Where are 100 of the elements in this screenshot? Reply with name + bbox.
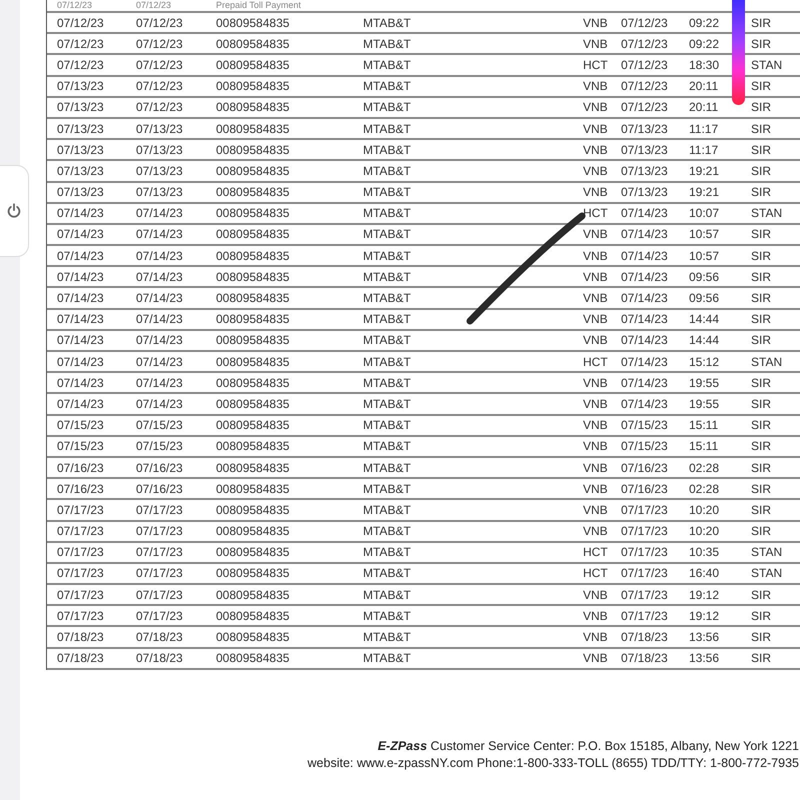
table-cell: 07/15/23: [621, 439, 668, 454]
table-cell: 00809584835: [216, 502, 290, 517]
table-cell: 07/12/23: [136, 100, 183, 114]
table-cell: SIR: [751, 588, 772, 602]
table-cell: 07/14/23: [621, 270, 668, 284]
table-cell: 07/16/23: [57, 460, 104, 475]
table-cell: 00809584835: [216, 206, 290, 220]
table-cell: 07/14/23: [621, 291, 668, 306]
table-cell: SIR: [751, 122, 772, 136]
table-cell: 07/13/23: [136, 164, 183, 178]
table-cell: MTAB&T: [363, 376, 411, 390]
table-cell: 07/14/23: [136, 312, 183, 326]
table-cell: 07/17/23: [57, 524, 104, 538]
table-cell: STAN: [751, 354, 782, 369]
table-cell: VNB: [583, 333, 608, 348]
table-cell: MTAB&T: [363, 396, 411, 411]
table-cell: MTAB&T: [363, 482, 411, 496]
table-cell: 07/13/23: [57, 100, 104, 114]
table-cell: MTAB&T: [363, 164, 411, 178]
power-button[interactable]: [0, 165, 29, 257]
table-cell: 07/17/23: [57, 566, 104, 580]
table-cell: 07/17/23: [57, 608, 104, 623]
table-cell: SIR: [751, 630, 772, 644]
table-cell: VNB: [583, 608, 608, 623]
table-cell: 09:56: [689, 270, 720, 284]
table-cell: 07/17/23: [136, 502, 183, 517]
table-cell: MTAB&T: [363, 16, 411, 30]
table-cell: 07/18/23: [621, 651, 668, 666]
table-cell: 09:56: [689, 291, 720, 306]
table-cell: MTAB&T: [363, 185, 411, 200]
table-cell: MTAB&T: [363, 36, 411, 51]
table-cell: VNB: [583, 122, 608, 136]
table-cell: 07/14/23: [136, 396, 183, 411]
table-cell: 07/14/23: [57, 291, 104, 306]
table-cell: VNB: [583, 185, 608, 200]
table-cell: 00809584835: [216, 396, 290, 411]
table-cell: HCT: [583, 354, 608, 369]
table-cell: 07/14/23: [621, 248, 668, 263]
table-cell: 07/14/23: [621, 206, 668, 220]
table-cell: 09:22: [689, 16, 720, 30]
table-cell: SIR: [751, 333, 772, 348]
footer-text: E-ZPass Customer Service Center: P.O. Box 15185, Albany, New York 1221: [378, 738, 799, 755]
table-cell: 10:20: [689, 502, 720, 517]
table-cell: 00809584835: [216, 248, 290, 263]
table-cell: SIR: [751, 376, 772, 390]
table-cell: 07/12/23: [621, 58, 668, 72]
table-cell: SIR: [751, 312, 772, 326]
table-cell: VNB: [583, 16, 608, 30]
table-cell: STAN: [751, 545, 782, 560]
table-cell: SIR: [751, 608, 772, 623]
table-cell: 07/17/23: [57, 588, 104, 602]
table-cell: SIR: [751, 36, 772, 51]
table-cell: SIR: [751, 651, 772, 666]
table-cell: VNB: [583, 588, 608, 602]
table-cell: VNB: [583, 142, 608, 157]
table-cell: 07/13/23: [57, 164, 104, 178]
table-cell: 10:07: [689, 206, 720, 220]
table-cell: 15:11: [689, 439, 718, 454]
table-cell: 07/12/23: [136, 0, 172, 10]
table-cell: 07/17/23: [136, 608, 183, 623]
table-cell: 07/14/23: [136, 248, 183, 263]
table-cell: 00809584835: [216, 291, 290, 306]
table-cell: 07/18/23: [57, 630, 104, 644]
table-cell: 07/13/23: [621, 164, 668, 178]
table-cell: 00809584835: [216, 100, 290, 114]
table-cell: 07/12/23: [621, 36, 668, 51]
table-cell: 07/16/23: [621, 460, 668, 475]
table-cell: VNB: [583, 502, 608, 517]
table-cell: 19:21: [689, 185, 720, 200]
table-cell: 10:57: [689, 248, 720, 263]
table-cell: 07/17/23: [621, 502, 668, 517]
table-cell: SIR: [751, 418, 772, 432]
table-cell: 20:11: [689, 79, 718, 94]
table-cell: HCT: [583, 545, 608, 560]
table-cell: 15:12: [689, 354, 720, 369]
table-cell: VNB: [583, 36, 608, 51]
table-cell: 07/14/23: [621, 312, 668, 326]
table-cell: VNB: [583, 482, 608, 496]
table-cell: SIR: [751, 16, 772, 30]
table-cell: 10:20: [689, 524, 720, 538]
table-cell: SIR: [751, 291, 772, 306]
table-cell: 07/14/23: [136, 270, 183, 284]
table-cell: 07/14/23: [57, 396, 104, 411]
table-cell: SIR: [751, 524, 772, 538]
table-cell: 07/16/23: [136, 460, 183, 475]
table-cell: 00809584835: [216, 142, 290, 157]
table-cell: 07/18/23: [621, 630, 668, 644]
table-cell: VNB: [583, 291, 608, 306]
table-cell: MTAB&T: [363, 566, 411, 580]
table-cell: SIR: [751, 100, 772, 114]
table-cell: STAN: [751, 566, 782, 580]
table-cell: 00809584835: [216, 36, 290, 51]
table-cell: 07/13/23: [136, 122, 183, 136]
table-cell: 07/14/23: [57, 248, 104, 263]
table-cell: 19:12: [689, 608, 720, 623]
table-cell: SIR: [751, 79, 772, 94]
table-cell: 07/13/23: [136, 142, 183, 157]
table-cell: 10:35: [689, 545, 720, 560]
table-cell: 07/15/23: [57, 418, 104, 432]
table-cell: MTAB&T: [363, 79, 411, 94]
